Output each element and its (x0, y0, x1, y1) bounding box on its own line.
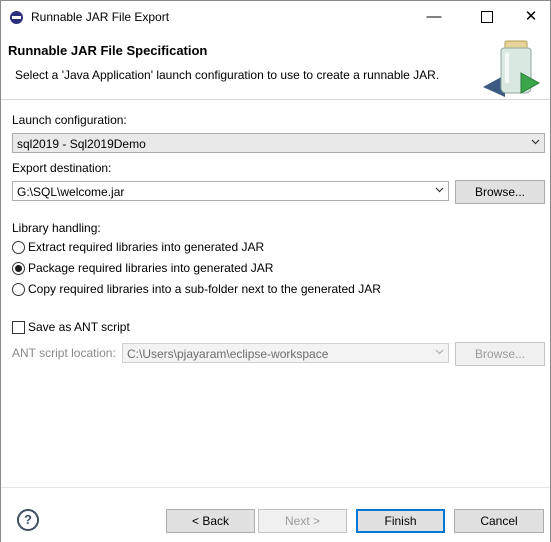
radio-package-label: Package required libraries into generate… (28, 261, 274, 275)
window-title: Runnable JAR File Export (31, 10, 170, 24)
next-button[interactable]: Next > (258, 509, 347, 533)
button-bar: ? < Back Next > Finish Cancel (1, 487, 550, 542)
library-handling-label: Library handling: (12, 221, 101, 235)
chevron-down-icon (435, 187, 444, 193)
radio-extract-libraries[interactable] (12, 241, 25, 254)
dialog-window: Runnable JAR File Export — ✕ Runnable JA… (0, 0, 551, 542)
jar-export-icon (483, 40, 541, 97)
ant-location-label: ANT script location: (12, 346, 116, 360)
page-title: Runnable JAR File Specification (8, 43, 208, 58)
wizard-header: Runnable JAR File Specification Select a… (1, 33, 550, 100)
launch-config-value: sql2019 - Sql2019Demo (17, 137, 146, 151)
back-button[interactable]: < Back (166, 509, 255, 533)
radio-copy-label: Copy required libraries into a sub-folde… (28, 282, 381, 296)
finish-button[interactable]: Finish (356, 509, 445, 533)
ant-location-input[interactable]: C:\Users\pjayaram\eclipse-workspace (122, 343, 449, 363)
ant-location-value: C:\Users\pjayaram\eclipse-workspace (127, 347, 329, 361)
chevron-down-icon (531, 139, 540, 145)
save-ant-label: Save as ANT script (28, 320, 130, 334)
form-area: Launch configuration: sql2019 - Sql2019D… (1, 100, 550, 486)
export-destination-value: G:\SQL\welcome.jar (17, 185, 125, 199)
maximize-button[interactable] (464, 1, 510, 33)
launch-config-select[interactable]: sql2019 - Sql2019Demo (12, 133, 545, 153)
radio-extract-label: Extract required libraries into generate… (28, 240, 265, 254)
chevron-down-icon (435, 349, 444, 355)
title-bar: Runnable JAR File Export — ✕ (1, 1, 550, 33)
cancel-button[interactable]: Cancel (454, 509, 544, 533)
close-button[interactable]: ✕ (508, 1, 551, 33)
minimize-button[interactable]: — (411, 1, 457, 33)
browse-button[interactable]: Browse... (455, 180, 545, 204)
eclipse-icon (10, 11, 23, 24)
export-destination-input[interactable]: G:\SQL\welcome.jar (12, 181, 449, 201)
radio-copy-libraries[interactable] (12, 283, 25, 296)
launch-config-label: Launch configuration: (12, 113, 127, 127)
help-icon[interactable]: ? (17, 509, 39, 531)
page-description: Select a 'Java Application' launch confi… (15, 68, 440, 82)
radio-package-libraries[interactable] (12, 262, 25, 275)
ant-browse-button[interactable]: Browse... (455, 342, 545, 366)
export-destination-label: Export destination: (12, 161, 112, 175)
maximize-icon (481, 11, 493, 24)
save-ant-checkbox[interactable] (12, 321, 25, 334)
